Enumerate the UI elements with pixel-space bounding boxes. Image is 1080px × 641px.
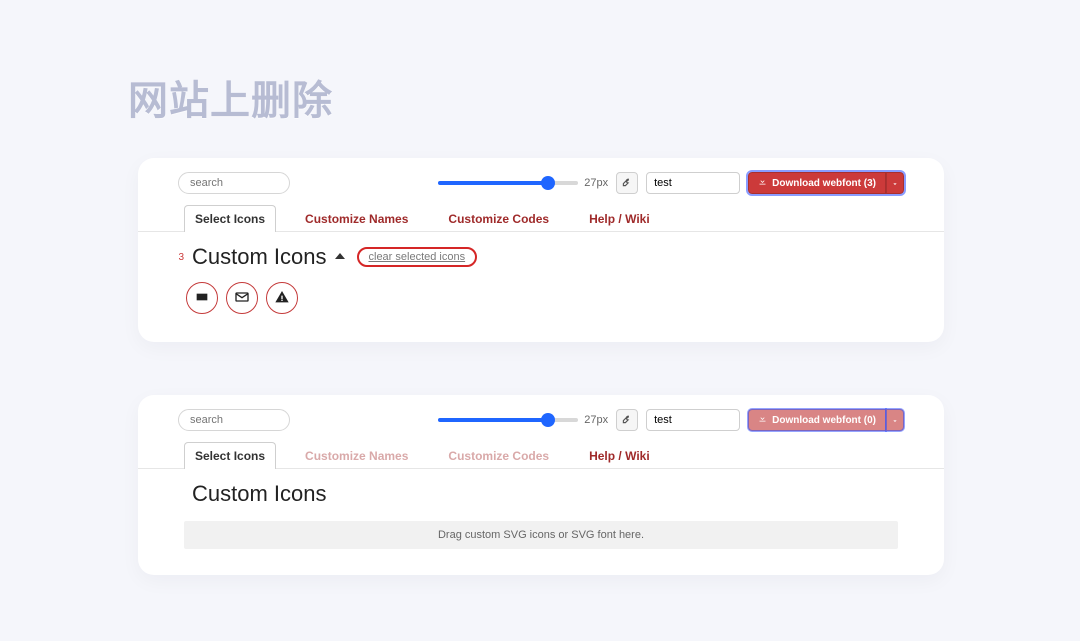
- toolbar: 27px Download webfont (0): [138, 395, 944, 439]
- custom-icons-header: Custom Icons: [138, 469, 944, 511]
- toolbar: 27px Download webfont (3): [138, 158, 944, 202]
- size-slider-value: 27px: [584, 177, 608, 189]
- custom-icons-header: 3 Custom Icons clear selected icons: [138, 232, 944, 274]
- search-input[interactable]: [178, 172, 290, 194]
- font-name-input[interactable]: [646, 409, 740, 431]
- tab-help-wiki[interactable]: Help / Wiki: [578, 442, 661, 469]
- warning-icon: [274, 289, 290, 308]
- download-label: Download webfont (0): [772, 415, 876, 426]
- icon-item-warning[interactable]: [266, 282, 298, 314]
- search-input[interactable]: [178, 409, 290, 431]
- page-heading: 网站上删除: [128, 68, 333, 126]
- section-title: Custom Icons: [192, 244, 327, 270]
- icon-item-mail[interactable]: [226, 282, 258, 314]
- tab-help-wiki[interactable]: Help / Wiki: [578, 205, 661, 232]
- download-dropdown-toggle[interactable]: [886, 172, 904, 194]
- size-slider-group: 27px: [438, 413, 608, 427]
- size-slider[interactable]: [438, 176, 578, 190]
- download-webfont-button[interactable]: Download webfont (3): [748, 172, 886, 194]
- download-label: Download webfont (3): [772, 178, 876, 189]
- tab-bar: Select Icons Customize Names Customize C…: [138, 439, 944, 469]
- rectangle-icon: [194, 289, 210, 308]
- panel-after-clear: 27px Download webfont (0) Select Icons: [138, 395, 944, 575]
- section-title: Custom Icons: [192, 481, 327, 507]
- size-slider-group: 27px: [438, 176, 608, 190]
- tab-customize-names[interactable]: Customize Names: [294, 205, 419, 232]
- font-name-input[interactable]: [646, 172, 740, 194]
- clear-selected-icons-link[interactable]: clear selected icons: [357, 247, 478, 267]
- size-slider[interactable]: [438, 413, 578, 427]
- settings-button[interactable]: [616, 172, 638, 194]
- tab-customize-names[interactable]: Customize Names: [294, 442, 419, 469]
- wrench-icon: [622, 176, 633, 190]
- tab-select-icons[interactable]: Select Icons: [184, 442, 276, 469]
- download-icon: [758, 414, 767, 426]
- selected-count-badge: 3: [174, 252, 184, 263]
- tab-customize-codes[interactable]: Customize Codes: [437, 442, 560, 469]
- icon-item-rectangle[interactable]: [186, 282, 218, 314]
- wrench-icon: [622, 413, 633, 427]
- mail-icon: [234, 289, 250, 308]
- settings-button[interactable]: [616, 409, 638, 431]
- svg-dropzone[interactable]: Drag custom SVG icons or SVG font here.: [184, 521, 898, 549]
- chevron-down-icon: [891, 413, 899, 428]
- tab-select-icons[interactable]: Select Icons: [184, 205, 276, 232]
- download-webfont-button[interactable]: Download webfont (0): [748, 409, 886, 431]
- collapse-caret-icon[interactable]: [335, 253, 345, 259]
- chevron-down-icon: [891, 176, 899, 191]
- download-dropdown-toggle[interactable]: [886, 409, 904, 431]
- tab-customize-codes[interactable]: Customize Codes: [437, 205, 560, 232]
- panel-before-clear: 27px Download webfont (3) Select Icons: [138, 158, 944, 342]
- icons-list: [138, 274, 944, 324]
- tab-bar: Select Icons Customize Names Customize C…: [138, 202, 944, 232]
- size-slider-value: 27px: [584, 414, 608, 426]
- download-icon: [758, 177, 767, 189]
